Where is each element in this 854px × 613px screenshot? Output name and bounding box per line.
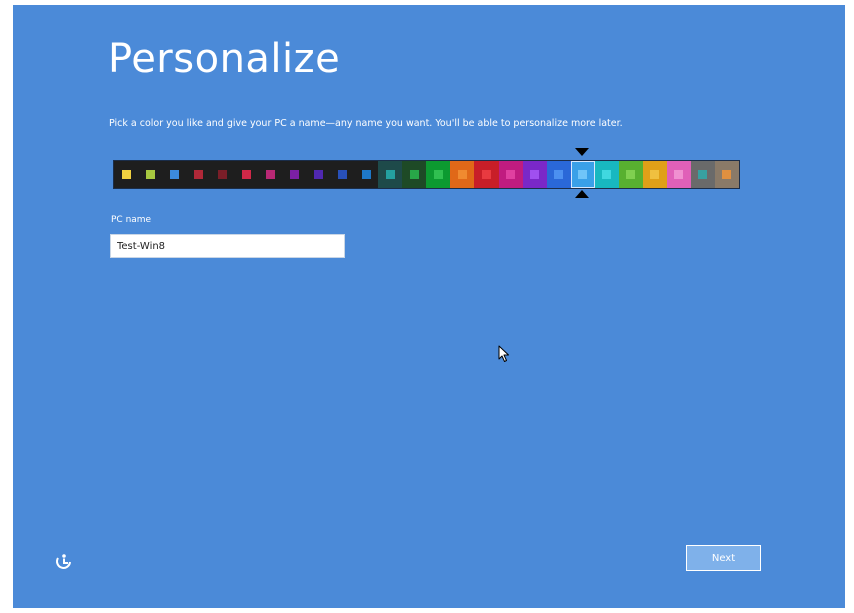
color-swatch[interactable] — [450, 161, 475, 188]
color-swatch-chip — [241, 170, 251, 179]
selection-marker-bottom — [574, 190, 589, 198]
color-swatch-chip — [289, 170, 299, 179]
color-swatch[interactable] — [522, 161, 547, 188]
pc-name-input[interactable] — [110, 234, 345, 258]
color-swatch-chip — [361, 170, 371, 179]
color-palette — [113, 160, 740, 189]
color-swatch[interactable] — [618, 161, 643, 188]
color-swatch[interactable] — [546, 161, 571, 188]
ease-of-access-icon[interactable] — [55, 553, 73, 571]
color-swatch-chip — [145, 170, 155, 179]
color-swatch[interactable] — [138, 161, 163, 188]
color-swatch[interactable] — [354, 161, 379, 188]
color-swatch[interactable] — [234, 161, 259, 188]
color-swatch[interactable] — [402, 161, 427, 188]
color-swatch[interactable] — [474, 161, 499, 188]
color-swatch-chip — [626, 170, 636, 179]
color-swatch[interactable] — [570, 161, 595, 188]
setup-screen: Personalize Pick a color you like and gi… — [13, 5, 845, 608]
color-swatch-chip — [385, 170, 395, 179]
color-swatch[interactable] — [210, 161, 235, 188]
color-swatch-chip — [674, 170, 684, 179]
color-swatch-chip — [481, 170, 491, 179]
color-swatch-chip — [121, 170, 131, 179]
color-swatch[interactable] — [186, 161, 211, 188]
color-swatch-chip — [193, 170, 203, 179]
color-swatch-chip — [650, 170, 660, 179]
color-swatch-chip — [433, 170, 443, 179]
color-swatch-chip — [313, 170, 323, 179]
color-swatch[interactable] — [642, 161, 667, 188]
color-swatch[interactable] — [426, 161, 451, 188]
color-swatch[interactable] — [594, 161, 619, 188]
color-swatch-chip — [602, 170, 612, 179]
pc-name-label: PC name — [111, 215, 152, 225]
color-swatch[interactable] — [378, 161, 403, 188]
color-swatch[interactable] — [114, 161, 139, 188]
color-swatch-chip — [457, 170, 467, 179]
color-swatch-chip — [698, 170, 708, 179]
color-swatch[interactable] — [690, 161, 715, 188]
color-swatch[interactable] — [162, 161, 187, 188]
color-swatch-chip — [722, 170, 732, 179]
color-swatch[interactable] — [282, 161, 307, 188]
color-swatch-chip — [265, 170, 275, 179]
next-button[interactable]: Next — [686, 545, 761, 571]
color-swatch[interactable] — [330, 161, 355, 188]
color-swatch-chip — [217, 170, 227, 179]
color-swatch-chip — [530, 170, 540, 179]
color-swatch-chip — [554, 170, 564, 179]
page-subtitle: Pick a color you like and give your PC a… — [109, 118, 623, 129]
color-swatch-chip — [169, 170, 179, 179]
color-swatch[interactable] — [714, 161, 739, 188]
color-swatch-chip — [337, 170, 347, 179]
color-swatch[interactable] — [306, 161, 331, 188]
color-swatch[interactable] — [498, 161, 523, 188]
color-swatch-chip — [506, 170, 516, 179]
color-swatch[interactable] — [666, 161, 691, 188]
selection-marker-top — [574, 148, 589, 156]
mouse-pointer-icon — [498, 345, 509, 362]
color-swatch-chip — [578, 170, 588, 179]
color-swatch-chip — [409, 170, 419, 179]
color-swatch[interactable] — [258, 161, 283, 188]
page-title: Personalize — [108, 36, 341, 82]
